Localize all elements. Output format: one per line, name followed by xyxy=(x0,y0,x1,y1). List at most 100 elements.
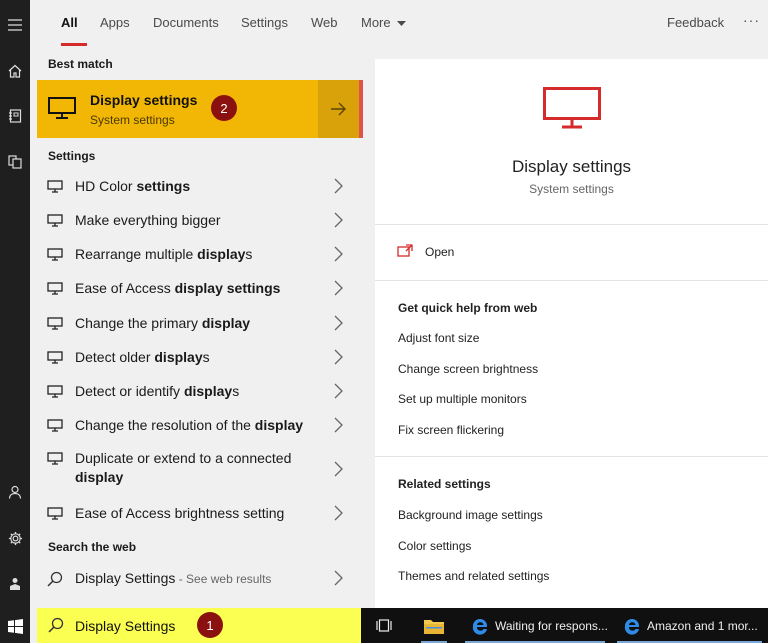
file-explorer-button[interactable] xyxy=(421,608,447,643)
search-box[interactable]: Display Settings 1 xyxy=(37,608,361,643)
tab-all[interactable]: All xyxy=(61,15,78,30)
settings-result-item[interactable]: Detect or identify displays xyxy=(37,375,363,409)
settings-result-item[interactable]: Duplicate or extend to a connected displ… xyxy=(37,444,363,496)
settings-result-item[interactable]: Make everything bigger xyxy=(37,204,363,238)
settings-result-item[interactable]: Change the primary display xyxy=(37,307,363,341)
settings-result-label: Detect or identify displays xyxy=(75,383,239,399)
label-match: display xyxy=(154,349,203,365)
chevron-right-icon xyxy=(334,246,343,262)
quick-help-link[interactable]: Fix screen flickering xyxy=(398,423,504,437)
hamburger-menu-icon[interactable] xyxy=(0,10,30,40)
label-text: Detect older xyxy=(75,349,155,365)
settings-result-label: Detect older displays xyxy=(75,349,210,365)
settings-result-item[interactable]: Ease of Access brightness setting xyxy=(37,497,363,531)
more-options-icon[interactable]: ··· xyxy=(743,12,760,28)
tab-settings[interactable]: Settings xyxy=(241,15,288,30)
feedback-link[interactable]: Feedback xyxy=(667,15,724,30)
documents-icon[interactable] xyxy=(0,147,30,177)
monitor-icon xyxy=(47,452,63,465)
settings-result-item[interactable]: Ease of Access display settings xyxy=(37,272,363,306)
settings-result-label: Duplicate or extend to a connected displ… xyxy=(75,449,325,487)
taskbar-label: Amazon and 1 mor... xyxy=(647,619,758,633)
windows-start-icon[interactable] xyxy=(0,611,30,641)
step-badge-2: 2 xyxy=(211,95,237,121)
edge-browser-icon xyxy=(472,619,487,635)
preview-subtitle: System settings xyxy=(529,182,614,196)
monitor-icon xyxy=(47,180,63,193)
label-text: HD Color xyxy=(75,178,137,194)
quick-help-link[interactable]: Change screen brightness xyxy=(398,362,538,376)
selection-edge xyxy=(359,80,363,138)
quick-help-link[interactable]: Adjust font size xyxy=(398,331,479,345)
chevron-right-icon xyxy=(334,178,343,194)
home-icon[interactable] xyxy=(0,56,30,86)
monitor-large-icon xyxy=(543,87,601,129)
chevron-right-icon xyxy=(334,212,343,228)
label-text: Detect or identify xyxy=(75,383,184,399)
best-match-item[interactable]: Display settings System settings 2 xyxy=(37,80,363,138)
search-filter-tabs: All Apps Documents Settings Web More Fee… xyxy=(37,0,768,47)
taskbar: Waiting for respons... Amazon and 1 mor.… xyxy=(361,608,768,643)
tab-web[interactable]: Web xyxy=(311,15,338,30)
settings-result-label: Ease of Access display settings xyxy=(75,280,280,296)
best-match-subtitle: System settings xyxy=(90,113,175,127)
best-match-open-area[interactable]: Display settings System settings 2 xyxy=(37,80,318,138)
label-text: Ease of Access xyxy=(75,280,175,296)
search-icon xyxy=(48,617,64,633)
web-result-item[interactable]: Display Settings - See web results xyxy=(37,562,363,596)
label-match: display xyxy=(254,417,304,433)
chevron-right-icon xyxy=(334,570,343,586)
monitor-icon xyxy=(47,419,63,432)
web-result-label: Display Settings - See web results xyxy=(75,570,271,586)
label-match: settings xyxy=(136,178,191,194)
preview-title: Display settings xyxy=(511,157,632,176)
open-action[interactable]: Open xyxy=(375,235,768,269)
results-list: Best match Display settings System setti… xyxy=(37,47,363,608)
label-match: display xyxy=(201,315,251,331)
expand-arrow-button[interactable] xyxy=(318,80,359,138)
related-setting-link[interactable]: Color settings xyxy=(398,539,471,553)
label-match: display xyxy=(75,469,124,485)
monitor-icon xyxy=(47,317,63,330)
monitor-icon xyxy=(47,351,63,364)
settings-result-label: Change the resolution of the display xyxy=(75,417,303,433)
settings-result-label: Make everything bigger xyxy=(75,212,221,228)
chevron-right-icon xyxy=(334,280,343,296)
settings-result-label: Change the primary display xyxy=(75,315,250,331)
settings-result-label: HD Color settings xyxy=(75,178,190,194)
settings-result-item[interactable]: Change the resolution of the display xyxy=(37,409,363,443)
tab-documents[interactable]: Documents xyxy=(153,15,219,30)
chevron-right-icon xyxy=(334,349,343,365)
label-match: display xyxy=(183,383,233,399)
notebook-icon[interactable] xyxy=(0,101,30,131)
settings-header: Settings xyxy=(48,149,96,163)
label-text: Change the primary xyxy=(75,315,202,331)
task-view-icon xyxy=(376,619,392,632)
user-icon[interactable] xyxy=(0,477,30,507)
open-icon xyxy=(397,244,413,257)
settings-result-item[interactable]: Detect older displays xyxy=(37,341,363,375)
gear-icon[interactable] xyxy=(0,523,30,553)
tab-apps[interactable]: Apps xyxy=(100,15,130,30)
quick-help-header: Get quick help from web xyxy=(398,301,538,315)
task-view-button[interactable] xyxy=(371,608,397,643)
settings-result-item[interactable]: HD Color settings xyxy=(37,170,363,204)
label-match: display settings xyxy=(174,280,281,296)
caret-down-icon xyxy=(397,20,407,26)
active-tab-indicator xyxy=(61,43,87,46)
related-setting-link[interactable]: Themes and related settings xyxy=(398,569,549,583)
quick-help-link[interactable]: Set up multiple monitors xyxy=(398,392,527,406)
settings-result-item[interactable]: Rearrange multiple displays xyxy=(37,238,363,272)
search-web-header: Search the web xyxy=(48,540,137,554)
tab-more[interactable]: More xyxy=(361,15,407,30)
search-input[interactable]: Display Settings xyxy=(75,618,175,634)
best-match-header: Best match xyxy=(48,57,113,71)
preview-pane: Display settings System settings Open Ge… xyxy=(375,59,768,608)
label-suffix: s xyxy=(202,349,210,365)
feedback-hub-icon[interactable] xyxy=(0,569,30,599)
related-settings-header: Related settings xyxy=(398,477,491,491)
taskbar-edge-window-1[interactable]: Waiting for respons... xyxy=(465,608,608,643)
taskbar-edge-window-2[interactable]: Amazon and 1 mor... xyxy=(617,608,762,643)
chevron-right-icon xyxy=(334,461,343,477)
related-setting-link[interactable]: Background image settings xyxy=(398,508,543,522)
